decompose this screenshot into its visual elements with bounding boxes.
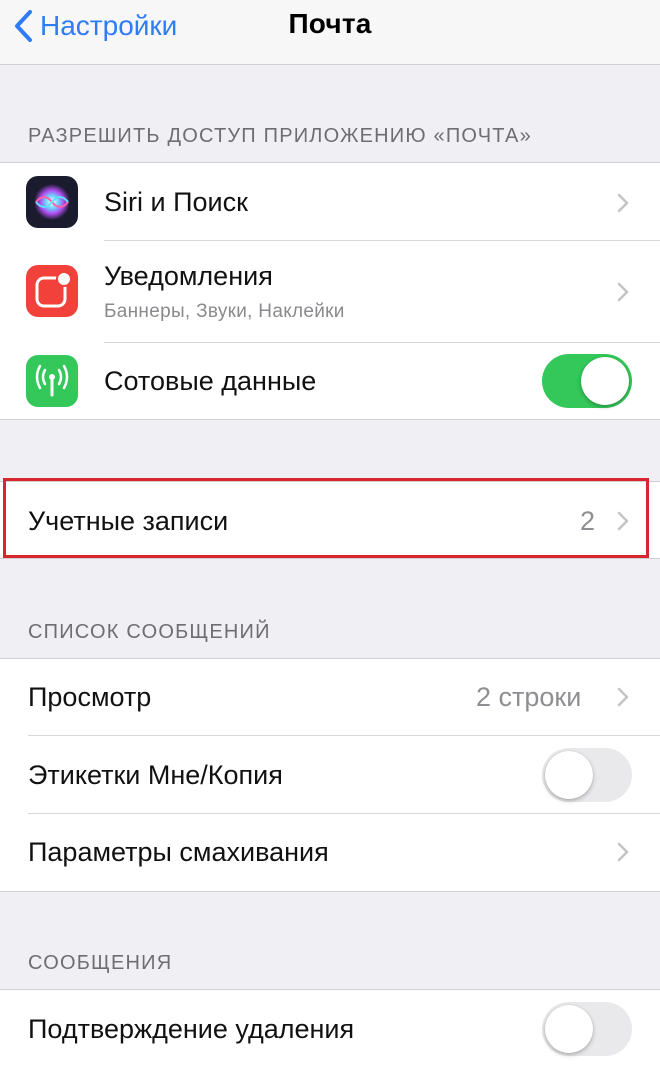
cellular-data-row: Сотовые данные — [0, 343, 660, 419]
notifications-row[interactable]: Уведомления Баннеры, Звуки, Наклейки — [0, 241, 660, 343]
confirm-delete-toggle[interactable] — [542, 1002, 632, 1056]
preview-value: 2 строки — [476, 682, 582, 712]
toggle-knob — [545, 1005, 593, 1053]
message-list-group: Просмотр 2 строки Этикетки Мне/Копия Пар… — [0, 658, 660, 892]
toggle-knob — [545, 751, 593, 799]
notifications-icon — [26, 265, 78, 317]
preview-row[interactable]: Просмотр 2 строки — [0, 659, 660, 736]
cellular-data-label: Сотовые данные — [104, 366, 317, 396]
swipe-options-label: Параметры смахивания — [28, 837, 329, 867]
notifications-sublabel: Баннеры, Звуки, Наклейки — [104, 301, 345, 322]
toggle-knob — [581, 357, 629, 405]
section-header-access: РАЗРЕШИТЬ ДОСТУП ПРИЛОЖЕНИЮ «ПОЧТА» — [28, 125, 532, 147]
cc-labels-label: Этикетки Мне/Копия — [28, 760, 283, 790]
siri-search-label: Siri и Поиск — [104, 187, 248, 217]
highlight-box — [3, 478, 649, 558]
notifications-label: Уведомления — [104, 261, 273, 291]
page-title: Почта — [288, 8, 372, 39]
section-header-messages: СООБЩЕНИЯ — [28, 952, 173, 974]
chevron-right-icon — [617, 193, 629, 213]
siri-icon — [26, 176, 78, 228]
chevron-right-icon — [617, 282, 629, 302]
section-header-message-list: СПИСОК СООБЩЕНИЙ — [28, 621, 271, 643]
cc-labels-row: Этикетки Мне/Копия — [0, 736, 660, 814]
navigation-bar: Настройки Почта — [0, 0, 660, 65]
cc-labels-toggle[interactable] — [542, 748, 632, 802]
siri-search-row[interactable]: Siri и Поиск — [0, 163, 660, 241]
chevron-right-icon — [617, 687, 629, 707]
confirm-delete-label: Подтверждение удаления — [28, 1014, 355, 1044]
confirm-delete-row: Подтверждение удаления — [0, 990, 660, 1068]
chevron-right-icon — [617, 842, 629, 862]
messages-group: Подтверждение удаления — [0, 989, 660, 1072]
cellular-icon — [26, 355, 78, 407]
preview-label: Просмотр — [28, 682, 152, 712]
cellular-data-toggle[interactable] — [542, 354, 632, 408]
swipe-options-row[interactable]: Параметры смахивания — [0, 814, 660, 891]
access-group: Siri и Поиск Уведомления Баннеры, Звуки,… — [0, 162, 660, 420]
